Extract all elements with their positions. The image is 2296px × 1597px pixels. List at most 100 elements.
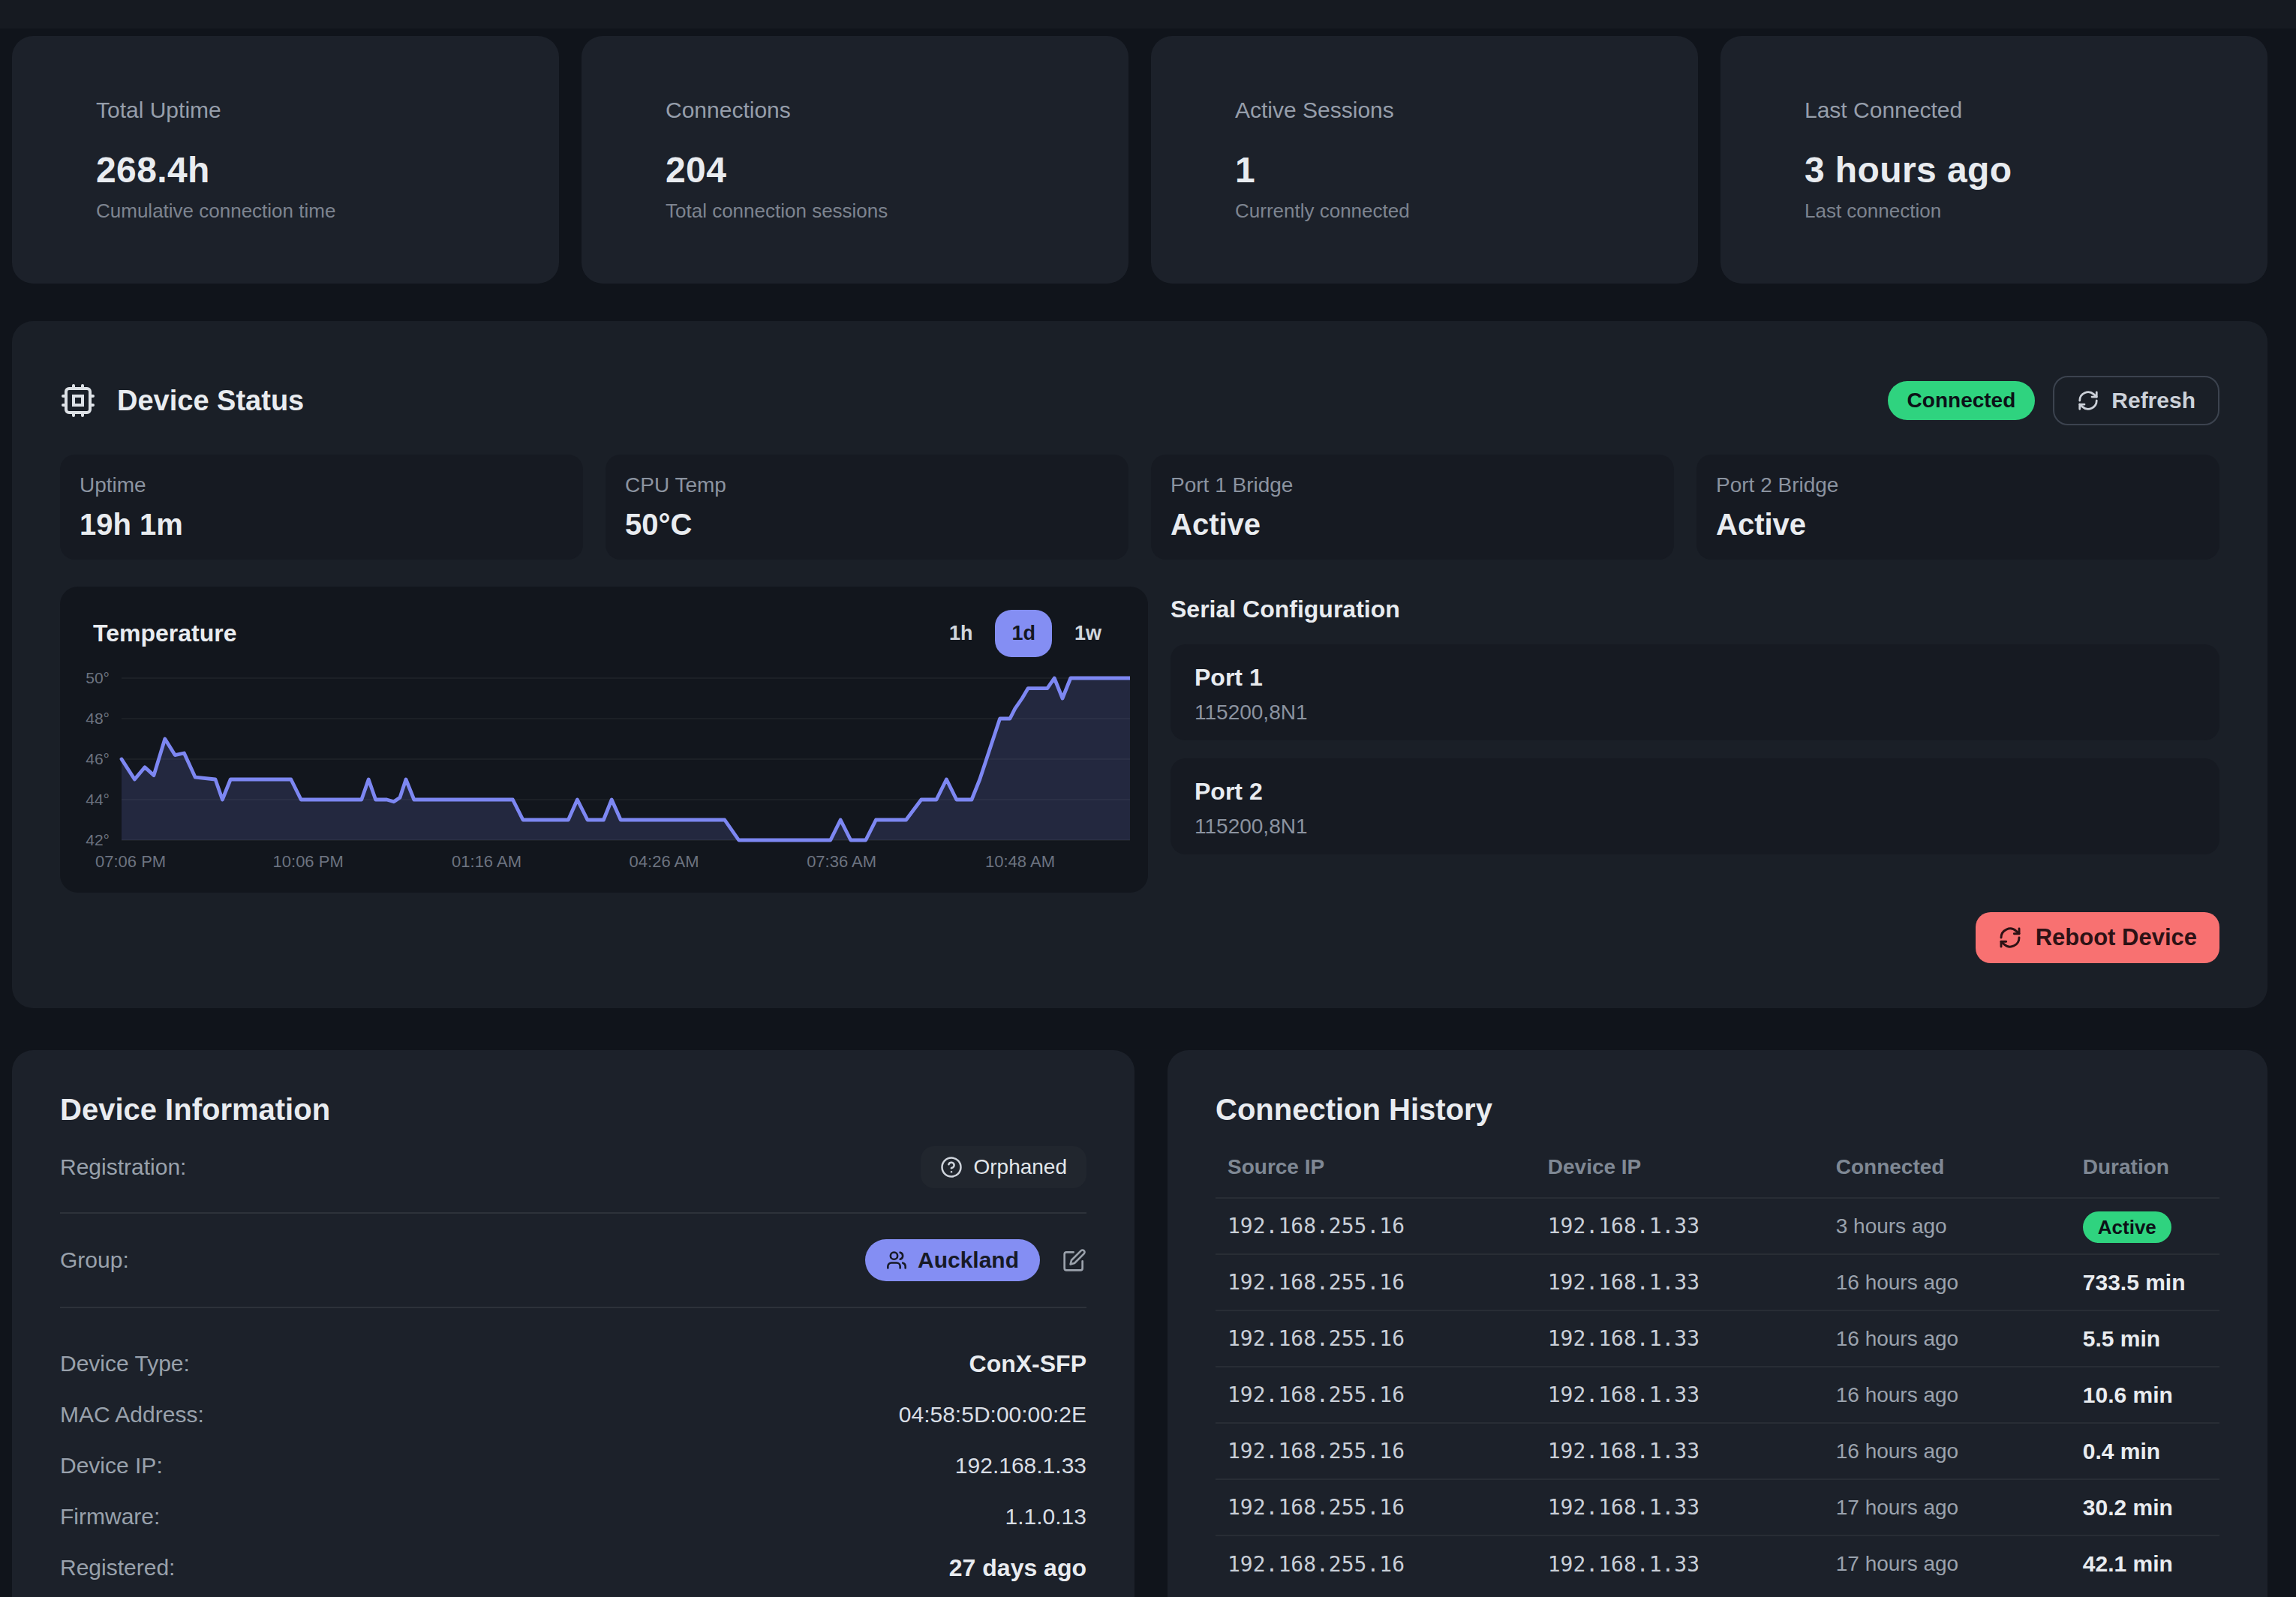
refresh-icon xyxy=(2077,389,2099,412)
port-config: 115200,8N1 xyxy=(1195,814,2195,839)
connection-history-row: 192.168.255.16 192.168.1.33 16 hours ago… xyxy=(1216,1310,2219,1367)
svg-text:10:48 AM: 10:48 AM xyxy=(985,852,1055,871)
cpu-icon xyxy=(60,383,96,419)
svg-text:46°: 46° xyxy=(86,750,110,767)
duration-cell: 5.5 min xyxy=(2071,1310,2219,1367)
edit-group-button[interactable] xyxy=(1062,1248,1086,1272)
device-ip-cell: 192.168.1.33 xyxy=(1536,1423,1824,1479)
stat-value: 204 xyxy=(666,149,1044,192)
connection-history-title: Connection History xyxy=(1216,1091,2219,1128)
range-option[interactable]: 1w xyxy=(1058,610,1118,657)
source-ip-cell: 192.168.255.16 xyxy=(1216,1423,1536,1479)
serial-port-card: Port 1 115200,8N1 xyxy=(1171,644,2219,740)
divider xyxy=(60,1307,1086,1308)
stat-value: 3 hours ago xyxy=(1805,149,2183,192)
metric-card: Port 2 Bridge Active xyxy=(1696,455,2219,560)
device-ip-cell: 192.168.1.33 xyxy=(1536,1535,1824,1592)
connection-history-row: 192.168.255.16 192.168.1.33 17 hours ago… xyxy=(1216,1479,2219,1535)
source-ip-cell: 192.168.255.16 xyxy=(1216,1198,1536,1254)
source-ip-cell: 192.168.255.16 xyxy=(1216,1535,1536,1592)
info-field-label: MAC Address: xyxy=(60,1400,204,1429)
source-ip-cell: 192.168.255.16 xyxy=(1216,1479,1536,1535)
stat-card: Last Connected 3 hours ago Last connecti… xyxy=(1720,36,2267,284)
info-field-value: ConX-SFP xyxy=(969,1349,1086,1378)
svg-text:10:06 PM: 10:06 PM xyxy=(273,852,344,871)
metric-value: 50°C xyxy=(625,506,1109,543)
stat-value: 268.4h xyxy=(96,149,475,192)
duration-cell: 42.1 min xyxy=(2071,1535,2219,1592)
metric-value: 19h 1m xyxy=(80,506,563,543)
duration-cell: Active xyxy=(2071,1198,2219,1254)
connected-cell: 3 hours ago xyxy=(1824,1198,2071,1254)
svg-text:42°: 42° xyxy=(86,831,110,848)
svg-text:07:06 PM: 07:06 PM xyxy=(95,852,166,871)
connection-history-row: 192.168.255.16 192.168.1.33 16 hours ago… xyxy=(1216,1423,2219,1479)
device-ip-cell: 192.168.1.33 xyxy=(1536,1254,1824,1310)
port-name: Port 1 xyxy=(1195,662,2195,692)
range-option[interactable]: 1d xyxy=(995,610,1052,657)
metric-label: Port 2 Bridge xyxy=(1716,473,2200,498)
connection-history-row: 192.168.255.16 192.168.1.33 17 hours ago… xyxy=(1216,1535,2219,1592)
metric-value: Active xyxy=(1171,506,1654,543)
source-ip-cell: 192.168.255.16 xyxy=(1216,1254,1536,1310)
connection-history-table: Source IP Device IP Connected Duration 1… xyxy=(1216,1143,2219,1592)
device-information-title: Device Information xyxy=(60,1091,1086,1128)
info-field-value: 27 days ago xyxy=(949,1553,1086,1582)
port-name: Port 2 xyxy=(1195,776,2195,806)
device-status-section: Device Status Connected Refresh Uptime 1… xyxy=(12,321,2267,1008)
group-row: Group: Auckland xyxy=(60,1239,1086,1281)
svg-text:48°: 48° xyxy=(86,710,110,727)
range-option[interactable]: 1h xyxy=(933,610,990,657)
device-ip-cell: 192.168.1.33 xyxy=(1536,1367,1824,1423)
info-field-value: 1.1.0.13 xyxy=(1005,1502,1086,1531)
stat-sublabel: Cumulative connection time xyxy=(96,198,475,224)
source-ip-cell: 192.168.255.16 xyxy=(1216,1367,1536,1423)
device-ip-cell: 192.168.1.33 xyxy=(1536,1310,1824,1367)
connection-history-row: 192.168.255.16 192.168.1.33 16 hours ago… xyxy=(1216,1254,2219,1310)
connected-cell: 17 hours ago xyxy=(1824,1479,2071,1535)
metric-label: Uptime xyxy=(80,473,563,498)
help-circle-icon xyxy=(940,1156,963,1178)
device-information-panel: Device Information Registration: Orphane… xyxy=(12,1050,1134,1597)
info-field-row: Firmware: 1.1.0.13 xyxy=(60,1491,1086,1542)
stat-label: Active Sessions xyxy=(1235,96,1614,125)
port-config: 115200,8N1 xyxy=(1195,700,2195,725)
metric-value: Active xyxy=(1716,506,2200,543)
connected-cell: 16 hours ago xyxy=(1824,1423,2071,1479)
chart-range-toggle: 1h 1d 1w xyxy=(933,610,1118,657)
connection-history-panel: Connection History Source IP Device IP C… xyxy=(1168,1050,2267,1597)
divider xyxy=(60,1212,1086,1214)
stat-card: Total Uptime 268.4h Cumulative connectio… xyxy=(12,36,559,284)
stat-label: Total Uptime xyxy=(96,96,475,125)
device-status-title: Device Status xyxy=(60,383,304,419)
metric-label: Port 1 Bridge xyxy=(1171,473,1654,498)
device-ip-cell: 192.168.1.33 xyxy=(1536,1479,1824,1535)
info-field-row: Device Type: ConX-SFP xyxy=(60,1338,1086,1389)
connected-badge: Connected xyxy=(1888,381,2036,420)
stat-card: Active Sessions 1 Currently connected xyxy=(1151,36,1698,284)
stat-sublabel: Last connection xyxy=(1805,198,2183,224)
info-field-value: 192.168.1.33 xyxy=(955,1451,1086,1480)
info-field-row: Device IP: 192.168.1.33 xyxy=(60,1440,1086,1491)
svg-text:44°: 44° xyxy=(86,791,110,808)
device-ip-cell: 192.168.1.33 xyxy=(1536,1198,1824,1254)
temperature-chart-panel: Temperature 1h 1d 1w 50° 48° 46° 44° 42° 07:0… xyxy=(60,587,1148,893)
svg-text:04:26 AM: 04:26 AM xyxy=(630,852,699,871)
duration-cell: 733.5 min xyxy=(2071,1254,2219,1310)
refresh-button[interactable]: Refresh xyxy=(2053,376,2219,425)
chart-title: Temperature xyxy=(93,620,236,647)
info-field-value: 04:58:5D:00:00:2E xyxy=(899,1400,1086,1429)
stat-value: 1 xyxy=(1235,149,1614,192)
reboot-device-button[interactable]: Reboot Device xyxy=(1976,912,2219,963)
top-strip xyxy=(0,0,2296,29)
stat-label: Connections xyxy=(666,96,1044,125)
reboot-icon xyxy=(1998,926,2022,950)
stat-sublabel: Total connection sessions xyxy=(666,198,1044,224)
info-field-row: MAC Address: 04:58:5D:00:00:2E xyxy=(60,1389,1086,1440)
edit-icon xyxy=(1062,1248,1086,1272)
column-header-device-ip: Device IP xyxy=(1536,1143,1824,1198)
group-badge[interactable]: Auckland xyxy=(865,1239,1040,1281)
connected-cell: 16 hours ago xyxy=(1824,1367,2071,1423)
serial-config-title: Serial Configuration xyxy=(1171,596,2219,623)
svg-text:50°: 50° xyxy=(86,669,110,686)
